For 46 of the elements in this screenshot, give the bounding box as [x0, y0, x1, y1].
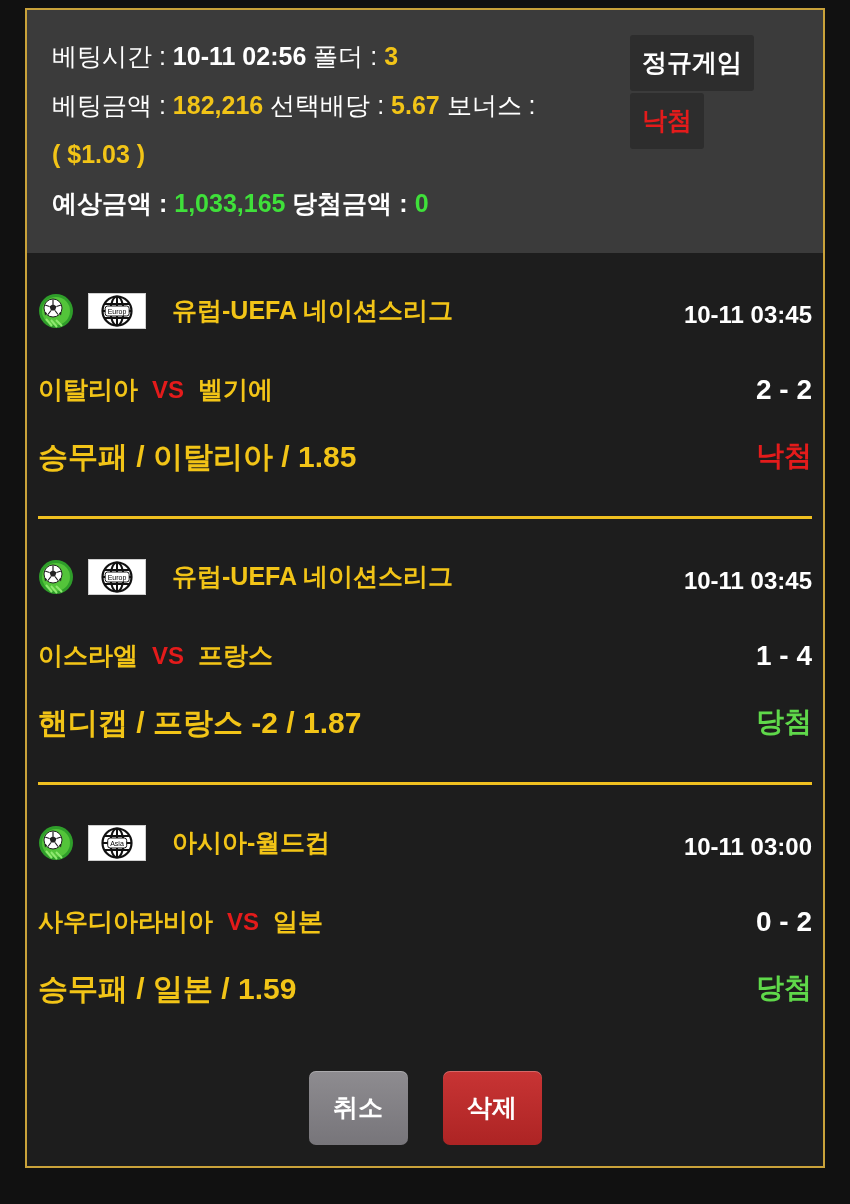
- summary-text: 보너스 :: [446, 91, 536, 119]
- summary-text: 베팅시간 :: [52, 42, 166, 70]
- summary-text: 10-11 02:56: [172, 42, 307, 70]
- home-team: 사우디아라비아: [38, 906, 213, 938]
- versus-label: VS: [152, 375, 184, 405]
- status-badge: 정규게임: [630, 35, 754, 91]
- bet-pick: 승무패 / 일본 / 1.59: [38, 970, 297, 1007]
- match-time: 10-11 03:45: [683, 566, 812, 596]
- status-badge: 낙첨: [630, 93, 704, 149]
- summary-text: 폴더 :: [313, 42, 378, 70]
- bet-pick: 핸디캡 / 프랑스 -2 / 1.87: [38, 704, 362, 741]
- summary-text: 182,216: [172, 91, 264, 119]
- bet-result: 당첨: [756, 971, 812, 1005]
- delete-button[interactable]: 삭제: [442, 1071, 542, 1145]
- match-time: 10-11 03:00: [683, 832, 812, 862]
- globe-icon: [101, 827, 133, 859]
- league-name: 유럽-UEFA 네이션스리그: [172, 295, 454, 327]
- match-score: 0 - 2: [755, 905, 812, 939]
- match-score: 2 - 2: [755, 373, 812, 407]
- soccer-ball-icon: [38, 559, 74, 595]
- summary-text: 예상금액 :: [52, 189, 168, 217]
- league-name: 아시아-월드컵: [172, 827, 331, 859]
- away-team: 프랑스: [198, 640, 273, 672]
- match-score: 1 - 4: [755, 639, 812, 673]
- summary-text: 당첨금액 :: [292, 189, 408, 217]
- bet-result: 낙첨: [756, 439, 812, 473]
- home-team: 이스라엘: [38, 640, 138, 672]
- versus-label: VS: [227, 907, 259, 937]
- summary-text: 베팅금액 :: [52, 91, 166, 119]
- summary-text: ( $1.03 ): [52, 140, 146, 168]
- away-team: 벨기에: [198, 374, 273, 406]
- soccer-ball-icon: [38, 293, 74, 329]
- summary-text: 1,033,165: [174, 189, 286, 217]
- bet-pick: 승무패 / 이탈리아 / 1.85: [38, 438, 357, 475]
- home-team: 이탈리아: [38, 374, 138, 406]
- cancel-button[interactable]: 취소: [308, 1071, 408, 1145]
- summary-text: 0: [414, 189, 429, 217]
- summary-text: 3: [384, 42, 399, 70]
- bet-result: 당첨: [756, 705, 812, 739]
- away-team: 일본: [273, 906, 323, 938]
- match-time: 10-11 03:45: [683, 300, 812, 330]
- soccer-ball-icon: [38, 825, 74, 861]
- league-name: 유럽-UEFA 네이션스리그: [172, 561, 454, 593]
- summary-text: 5.67: [391, 91, 440, 119]
- summary-text: 선택배당 :: [270, 91, 385, 119]
- versus-label: VS: [152, 641, 184, 671]
